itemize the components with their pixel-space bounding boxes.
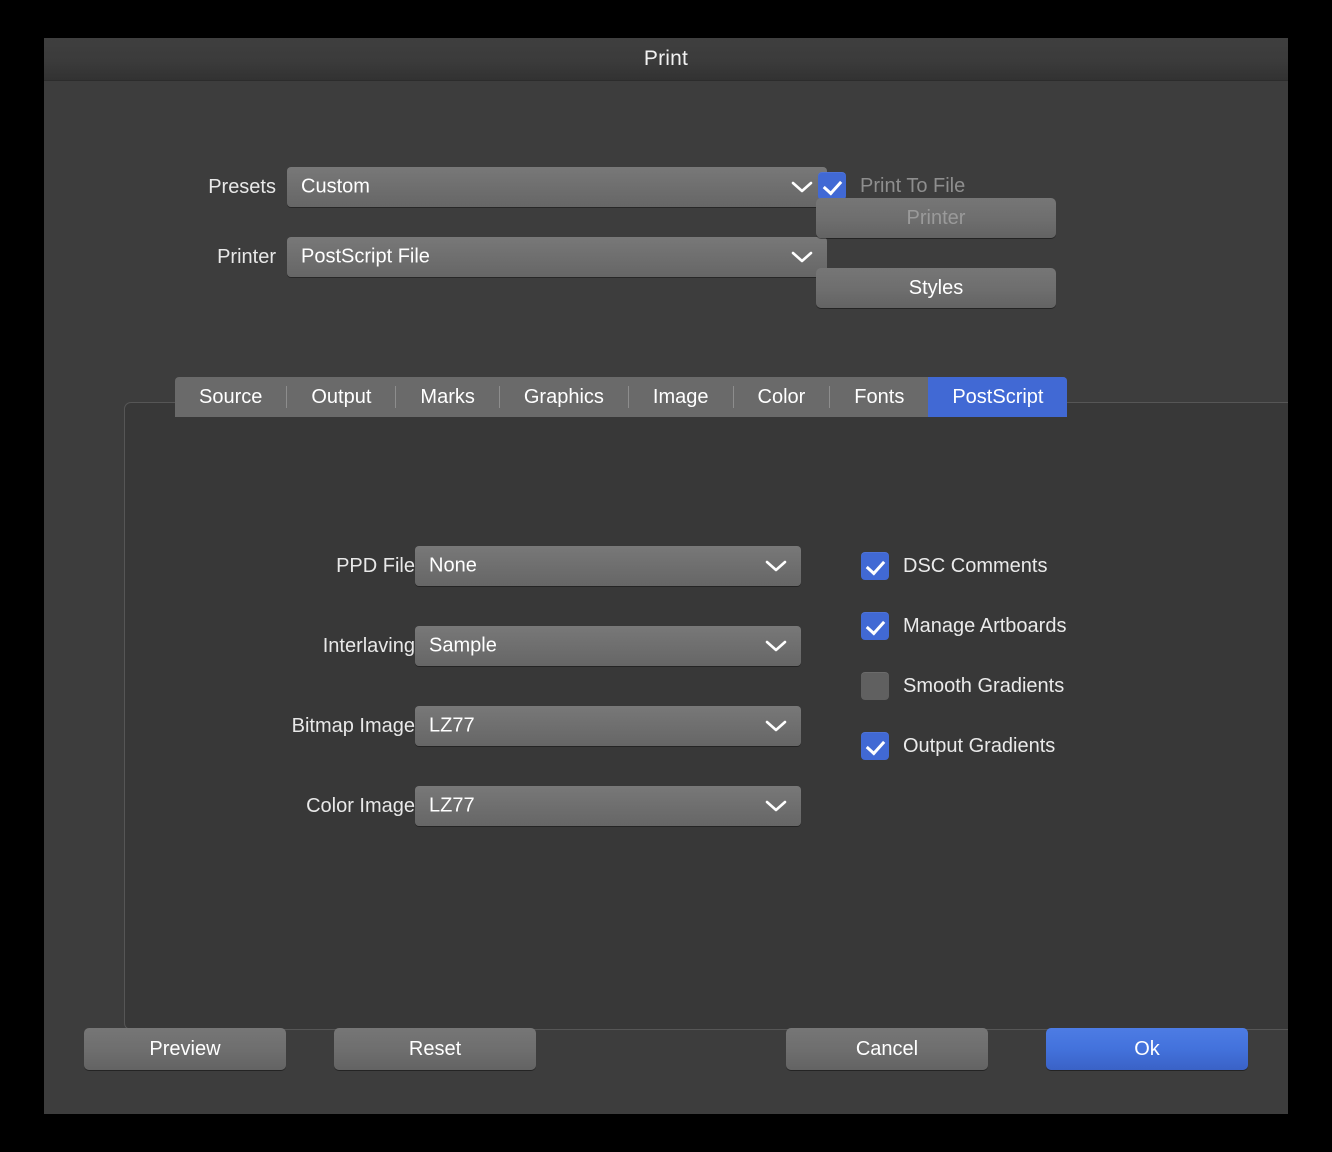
color-image-value: LZ77	[429, 795, 475, 818]
tab-graphics[interactable]: Graphics	[500, 377, 628, 417]
print-dialog: Print Presets Custom Print To File Print…	[44, 38, 1288, 1114]
styles-button-label: Styles	[909, 277, 963, 300]
output-gradients-checkbox[interactable]	[861, 732, 889, 760]
tab-source-label: Source	[199, 386, 262, 409]
manage-artboards-checkbox-row[interactable]: Manage Artboards	[861, 612, 1066, 640]
dialog-titlebar: Print	[44, 38, 1288, 81]
tab-graphics-label: Graphics	[524, 386, 604, 409]
printer-label: Printer	[104, 246, 276, 269]
chevron-down-icon	[791, 250, 813, 264]
tab-image-label: Image	[653, 386, 709, 409]
preview-button-label: Preview	[149, 1038, 220, 1061]
dsc-comments-label: DSC Comments	[903, 555, 1047, 578]
ppd-file-value: None	[429, 555, 477, 578]
tab-color[interactable]: Color	[734, 377, 830, 417]
chevron-down-icon	[765, 639, 787, 653]
print-to-file-checkbox[interactable]	[818, 172, 846, 200]
ppd-file-label: PPD File	[235, 555, 415, 578]
ok-button[interactable]: Ok	[1046, 1028, 1248, 1070]
presets-value: Custom	[301, 176, 370, 199]
chevron-down-icon	[765, 719, 787, 733]
reset-button[interactable]: Reset	[334, 1028, 536, 1070]
tab-marks[interactable]: Marks	[396, 377, 498, 417]
preview-button[interactable]: Preview	[84, 1028, 286, 1070]
smooth-gradients-label: Smooth Gradients	[903, 675, 1064, 698]
presets-dropdown[interactable]: Custom	[287, 167, 827, 207]
output-gradients-label: Output Gradients	[903, 735, 1055, 758]
tab-fonts-label: Fonts	[854, 386, 904, 409]
tab-source[interactable]: Source	[175, 377, 286, 417]
cancel-button-label: Cancel	[856, 1038, 918, 1061]
color-image-dropdown[interactable]: LZ77	[415, 786, 801, 826]
manage-artboards-checkbox[interactable]	[861, 612, 889, 640]
ok-button-label: Ok	[1134, 1038, 1160, 1061]
bitmap-image-label: Bitmap Image	[225, 715, 415, 738]
tab-image[interactable]: Image	[629, 377, 733, 417]
printer-settings-button[interactable]: Printer	[816, 198, 1056, 238]
printer-dropdown[interactable]: PostScript File	[287, 237, 827, 277]
chevron-down-icon	[791, 180, 813, 194]
ppd-file-dropdown[interactable]: None	[415, 546, 801, 586]
tab-bar: Source Output Marks Graphics Image Color…	[175, 377, 1067, 417]
tab-postscript[interactable]: PostScript	[928, 377, 1067, 417]
tab-marks-label: Marks	[420, 386, 474, 409]
interlaving-label: Interlaving	[235, 635, 415, 658]
chevron-down-icon	[765, 559, 787, 573]
presets-label: Presets	[104, 176, 276, 199]
cancel-button[interactable]: Cancel	[786, 1028, 988, 1070]
interlaving-dropdown[interactable]: Sample	[415, 626, 801, 666]
manage-artboards-label: Manage Artboards	[903, 615, 1066, 638]
interlaving-value: Sample	[429, 635, 497, 658]
styles-button[interactable]: Styles	[816, 268, 1056, 308]
smooth-gradients-checkbox[interactable]	[861, 672, 889, 700]
printer-value: PostScript File	[301, 246, 430, 269]
tab-color-label: Color	[758, 386, 806, 409]
tab-output[interactable]: Output	[287, 377, 395, 417]
dialog-title: Print	[44, 47, 1288, 71]
dsc-comments-checkbox-row[interactable]: DSC Comments	[861, 552, 1047, 580]
tab-output-label: Output	[311, 386, 371, 409]
printer-settings-button-label: Printer	[907, 207, 966, 230]
bitmap-image-dropdown[interactable]: LZ77	[415, 706, 801, 746]
reset-button-label: Reset	[409, 1038, 461, 1061]
postscript-panel: PPD File None Interlaving Sample Bitmap …	[124, 402, 1288, 1030]
tab-postscript-label: PostScript	[952, 386, 1043, 409]
tab-fonts[interactable]: Fonts	[830, 377, 928, 417]
output-gradients-checkbox-row[interactable]: Output Gradients	[861, 732, 1055, 760]
smooth-gradients-checkbox-row[interactable]: Smooth Gradients	[861, 672, 1064, 700]
bitmap-image-value: LZ77	[429, 715, 475, 738]
print-to-file-label: Print To File	[860, 175, 965, 198]
chevron-down-icon	[765, 799, 787, 813]
print-to-file-checkbox-row[interactable]: Print To File	[818, 172, 965, 200]
dsc-comments-checkbox[interactable]	[861, 552, 889, 580]
color-image-label: Color Image	[225, 795, 415, 818]
